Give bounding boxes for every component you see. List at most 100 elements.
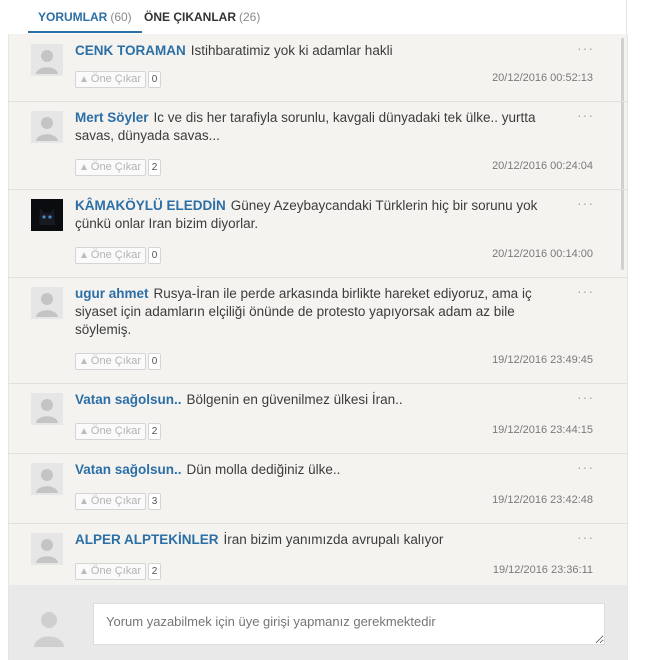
like-control: ▲ Öne Çıkar 0 bbox=[75, 353, 162, 370]
comment-item: CENK TORAMAN Istihbaratimiz yok ki adamla… bbox=[9, 34, 627, 102]
comment-date: 19/12/2016 23:36:11 bbox=[492, 564, 593, 576]
comment-date: 19/12/2016 23:49:45 bbox=[492, 354, 593, 366]
arrow-up-icon: ▲ bbox=[79, 250, 89, 261]
comment-author[interactable]: Mert Söyler bbox=[75, 110, 149, 125]
upvote-button[interactable]: ▲ Öne Çıkar bbox=[75, 159, 147, 176]
comment-compose bbox=[8, 585, 628, 660]
tab-comments-count: (60) bbox=[110, 10, 132, 24]
tab-highlights-label: ÖNE ÇIKANLAR bbox=[144, 10, 236, 24]
comment-text-block: Mert Söyler Ic ve dis her tarafiyla sorun… bbox=[75, 109, 553, 145]
comment-date: 19/12/2016 23:42:48 bbox=[492, 494, 593, 506]
upvote-count: 0 bbox=[148, 247, 162, 264]
user-placeholder-icon bbox=[36, 539, 58, 563]
upvote-button[interactable]: ▲ Öne Çıkar bbox=[75, 71, 147, 88]
comment-tabs: YORUMLAR (60) ÖNE ÇIKANLAR (26) bbox=[8, 0, 627, 34]
more-options-icon[interactable]: ··· bbox=[577, 459, 594, 475]
upvote-button[interactable]: ▲ Öne Çıkar bbox=[75, 423, 147, 440]
cat-avatar-icon bbox=[31, 199, 63, 231]
user-placeholder-icon bbox=[34, 612, 64, 647]
comment-text-block: KÂMAKÖYLÜ ELEDDİN Güney Azeybaycandaki Tü… bbox=[75, 197, 553, 233]
comment-item: Vatan sağolsun.. Dün molla dediğiniz ülke… bbox=[9, 453, 627, 524]
more-options-icon[interactable]: ··· bbox=[577, 195, 594, 211]
user-placeholder-icon bbox=[36, 399, 58, 423]
comment-item: ALPER ALPTEKİNLER İran bizim yanımızda av… bbox=[9, 523, 627, 585]
comment-item: KÂMAKÖYLÜ ELEDDİN Güney Azeybaycandaki Tü… bbox=[9, 189, 627, 278]
arrow-up-icon: ▲ bbox=[79, 426, 89, 437]
avatar bbox=[31, 607, 67, 647]
avatar bbox=[31, 463, 63, 495]
upvote-button[interactable]: ▲ Öne Çıkar bbox=[75, 563, 147, 580]
comment-body: Dün molla dediğiniz ülke.. bbox=[186, 462, 341, 477]
upvote-count: 2 bbox=[148, 159, 162, 176]
avatar bbox=[31, 533, 63, 565]
comment-text-block: ALPER ALPTEKİNLER İran bizim yanımızda av… bbox=[75, 531, 553, 549]
upvote-label: Öne Çıkar bbox=[90, 425, 142, 437]
comment-text-block: CENK TORAMAN Istihbaratimiz yok ki adamla… bbox=[75, 42, 553, 60]
upvote-button[interactable]: ▲ Öne Çıkar bbox=[75, 493, 147, 510]
tab-comments[interactable]: YORUMLAR (60) bbox=[28, 10, 142, 33]
upvote-label: Öne Çıkar bbox=[90, 565, 142, 577]
comment-list: CENK TORAMAN Istihbaratimiz yok ki adamla… bbox=[8, 34, 628, 585]
comment-text-block: Vatan sağolsun.. Dün molla dediğiniz ülke… bbox=[75, 461, 553, 479]
arrow-up-icon: ▲ bbox=[79, 162, 89, 173]
comment-author[interactable]: Vatan sağolsun.. bbox=[75, 392, 182, 407]
upvote-label: Öne Çıkar bbox=[90, 73, 142, 85]
tab-highlights[interactable]: ÖNE ÇIKANLAR (26) bbox=[144, 10, 260, 24]
comment-author[interactable]: KÂMAKÖYLÜ ELEDDİN bbox=[75, 198, 226, 213]
upvote-count: 0 bbox=[148, 353, 162, 370]
comment-body: Bölgenin en güvenilmez ülkesi İran.. bbox=[186, 392, 403, 407]
like-control: ▲ Öne Çıkar 2 bbox=[75, 563, 162, 580]
user-placeholder-icon bbox=[36, 469, 58, 493]
upvote-count: 0 bbox=[148, 71, 162, 88]
comment-text-block: Vatan sağolsun.. Bölgenin en güvenilmez ü… bbox=[75, 391, 553, 409]
comment-item: Vatan sağolsun.. Bölgenin en güvenilmez ü… bbox=[9, 383, 627, 454]
upvote-count: 2 bbox=[148, 423, 162, 440]
upvote-count: 2 bbox=[148, 563, 162, 580]
more-options-icon[interactable]: ··· bbox=[577, 107, 594, 123]
comment-date: 20/12/2016 00:52:13 bbox=[492, 72, 593, 84]
like-control: ▲ Öne Çıkar 0 bbox=[75, 247, 162, 264]
avatar bbox=[31, 393, 63, 425]
avatar bbox=[31, 44, 63, 76]
user-placeholder-icon bbox=[36, 293, 58, 317]
comment-date: 20/12/2016 00:24:04 bbox=[492, 160, 593, 172]
like-control: ▲ Öne Çıkar 0 bbox=[75, 71, 162, 88]
more-options-icon[interactable]: ··· bbox=[577, 283, 594, 299]
comment-body: İran bizim yanımızda avrupalı kalıyor bbox=[223, 532, 444, 547]
more-options-icon[interactable]: ··· bbox=[577, 40, 594, 56]
comment-date: 20/12/2016 00:14:00 bbox=[492, 248, 593, 260]
like-control: ▲ Öne Çıkar 2 bbox=[75, 423, 162, 440]
upvote-label: Öne Çıkar bbox=[90, 495, 142, 507]
comment-author[interactable]: Vatan sağolsun.. bbox=[75, 462, 182, 477]
upvote-label: Öne Çıkar bbox=[90, 161, 142, 173]
tab-comments-label: YORUMLAR bbox=[38, 10, 108, 24]
avatar bbox=[31, 199, 63, 231]
like-control: ▲ Öne Çıkar 2 bbox=[75, 159, 162, 176]
comment-date: 19/12/2016 23:44:15 bbox=[492, 424, 593, 436]
comment-item: Mert Söyler Ic ve dis her tarafiyla sorun… bbox=[9, 101, 627, 190]
more-options-icon[interactable]: ··· bbox=[577, 389, 594, 405]
upvote-count: 3 bbox=[148, 493, 162, 510]
arrow-up-icon: ▲ bbox=[79, 496, 89, 507]
tab-highlights-count: (26) bbox=[239, 10, 261, 24]
arrow-up-icon: ▲ bbox=[79, 356, 89, 367]
upvote-label: Öne Çıkar bbox=[90, 355, 142, 367]
more-options-icon[interactable]: ··· bbox=[577, 529, 594, 545]
upvote-label: Öne Çıkar bbox=[90, 249, 142, 261]
arrow-up-icon: ▲ bbox=[79, 74, 89, 85]
user-placeholder-icon bbox=[36, 50, 58, 74]
like-control: ▲ Öne Çıkar 3 bbox=[75, 493, 162, 510]
user-placeholder-icon bbox=[36, 117, 58, 141]
comment-author[interactable]: ugur ahmet bbox=[75, 286, 149, 301]
arrow-up-icon: ▲ bbox=[79, 566, 89, 577]
comment-item: ugur ahmet Rusya-İran ile perde arkasında… bbox=[9, 277, 627, 384]
upvote-button[interactable]: ▲ Öne Çıkar bbox=[75, 353, 147, 370]
avatar bbox=[31, 111, 63, 143]
comment-body: Istihbaratimiz yok ki adamlar hakli bbox=[190, 43, 393, 58]
comment-author[interactable]: ALPER ALPTEKİNLER bbox=[75, 532, 219, 547]
upvote-button[interactable]: ▲ Öne Çıkar bbox=[75, 247, 147, 264]
comment-text-block: ugur ahmet Rusya-İran ile perde arkasında… bbox=[75, 285, 553, 339]
avatar bbox=[31, 287, 63, 319]
comment-author[interactable]: CENK TORAMAN bbox=[75, 43, 186, 58]
comment-input[interactable] bbox=[93, 603, 605, 645]
